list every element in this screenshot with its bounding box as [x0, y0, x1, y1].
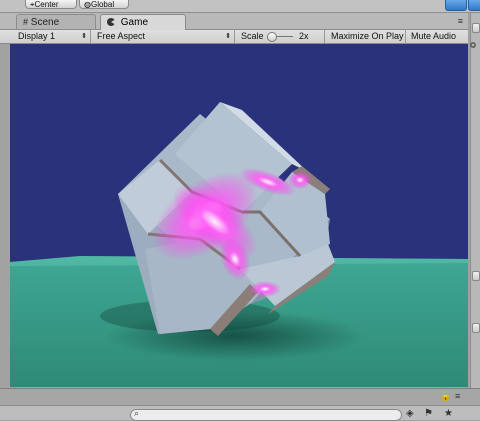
dropdown-arrow-icon: ⬍ [225, 33, 231, 40]
search-field[interactable]: ⌕ [130, 408, 402, 421]
pacman-icon [107, 18, 115, 26]
game-toolbar: Display 1 ⬍ Free Aspect ⬍ Scale 2x Maxim… [0, 30, 468, 44]
display-dropdown[interactable]: Display 1 ⬍ [14, 30, 91, 43]
scale-control: Scale 2x [237, 30, 325, 43]
right-panel-strip [470, 13, 480, 398]
menu-icon[interactable]: ≡ [455, 391, 460, 401]
scale-slider[interactable] [267, 32, 293, 42]
maximize-label: Maximize On Play [331, 31, 404, 41]
mute-label: Mute Audio [411, 31, 457, 41]
lock-icon[interactable]: 🔒 [440, 391, 451, 402]
global-label: Global [90, 0, 115, 9]
globe-icon: ◍ [84, 0, 91, 9]
view-tab-bar: # Scene Game ≡ [0, 13, 468, 30]
bottom-panel: 🔒 ≡ ⌕ ◈ ⚑ ★ [0, 388, 480, 421]
pivot-global-button[interactable]: ◍Global [79, 0, 129, 9]
panel-button[interactable] [472, 271, 480, 281]
center-label: Center [34, 0, 59, 9]
search-icon: ⌕ [134, 408, 140, 418]
tab-scene[interactable]: # Scene [16, 14, 96, 29]
mute-audio-toggle[interactable]: Mute Audio [407, 30, 465, 43]
gear-icon[interactable] [468, 40, 478, 50]
play-button[interactable] [445, 0, 467, 11]
aspect-dropdown[interactable]: Free Aspect ⬍ [93, 30, 235, 43]
scale-label: Scale [241, 31, 264, 41]
pivot-center-button[interactable]: ⌖Center [25, 0, 77, 9]
maximize-on-play-toggle[interactable]: Maximize On Play [327, 30, 406, 43]
layers-icon[interactable]: ◈ [406, 408, 414, 419]
pause-button[interactable] [468, 0, 480, 11]
game-scene [10, 44, 468, 387]
star-icon[interactable]: ★ [444, 408, 453, 419]
panel-button[interactable] [472, 23, 480, 33]
top-toolbar-strip: ⌖Center ◍Global [0, 0, 480, 13]
grid-icon: # [23, 17, 29, 27]
tab-game-label: Game [120, 17, 149, 28]
game-viewport[interactable] [10, 44, 468, 387]
panel-button[interactable] [472, 323, 480, 333]
menu-icon[interactable]: ≡ [458, 16, 463, 26]
tag-icon[interactable]: ⚑ [424, 408, 433, 419]
dropdown-arrow-icon: ⬍ [81, 33, 87, 40]
aspect-label: Free Aspect [97, 31, 146, 41]
scale-slider-knob[interactable] [267, 32, 277, 42]
scale-value: 2x [299, 31, 309, 41]
tab-scene-label: Scene [30, 17, 60, 28]
tab-game[interactable]: Game [100, 14, 186, 30]
display-label: Display 1 [18, 31, 56, 41]
